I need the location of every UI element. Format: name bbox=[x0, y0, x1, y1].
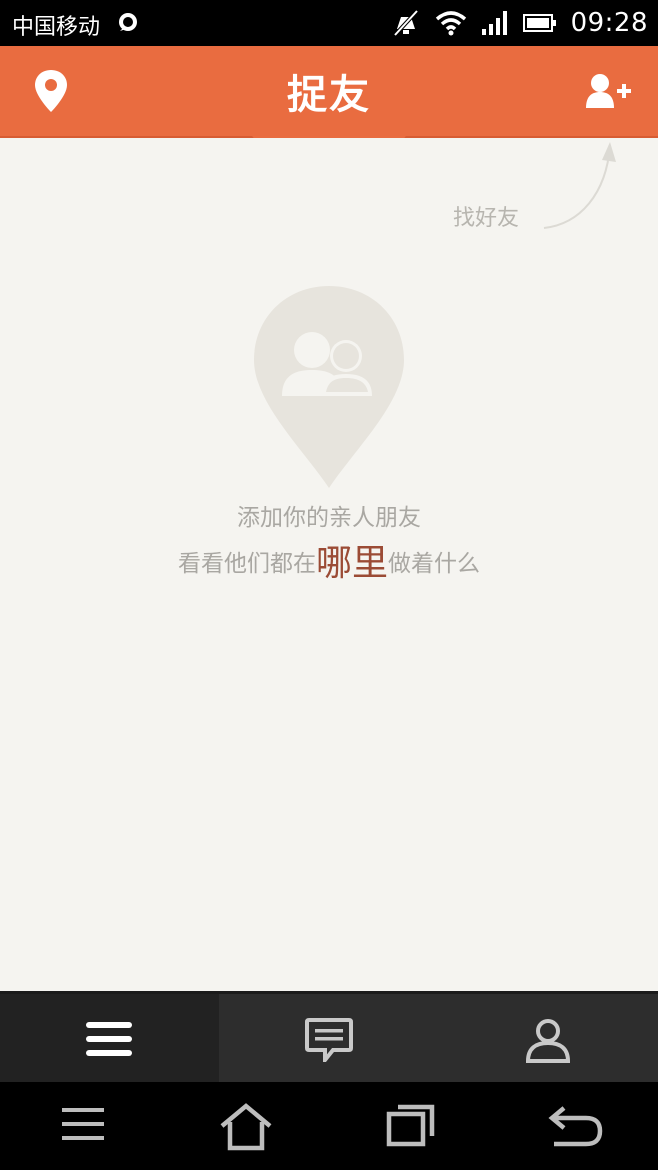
hint-arrow-icon bbox=[543, 142, 616, 229]
profile-icon bbox=[525, 1019, 571, 1063]
empty-state-line2: 看看他们都在哪里做着什么 bbox=[0, 534, 658, 586]
status-bar: 中国移动 09:28 bbox=[0, 0, 658, 46]
empty-state-line1: 添加你的亲人朋友 bbox=[237, 505, 421, 531]
system-nav-bar bbox=[0, 1082, 658, 1170]
battery-icon bbox=[522, 14, 556, 32]
back-icon[interactable] bbox=[548, 1102, 604, 1148]
menu-icon[interactable] bbox=[62, 1102, 104, 1146]
find-friends-hint[interactable]: 找好友 bbox=[453, 200, 519, 232]
friends-pin-icon bbox=[254, 286, 404, 488]
tab-profile[interactable] bbox=[439, 994, 658, 1085]
carrier-label: 中国移动 bbox=[12, 15, 101, 40]
tab-chat[interactable] bbox=[219, 994, 439, 1085]
tab-menu[interactable] bbox=[0, 994, 219, 1085]
clock: 09:28 bbox=[570, 8, 648, 38]
empty-state-line2-after: 做着什么 bbox=[388, 551, 480, 577]
status-icons: 09:28 bbox=[391, 8, 648, 38]
mute-icon bbox=[393, 9, 419, 37]
signal-icon bbox=[481, 11, 507, 35]
wifi-icon bbox=[435, 11, 466, 36]
page-title: 捉友 bbox=[287, 72, 371, 118]
tab-bar bbox=[0, 991, 658, 1085]
add-friend-icon[interactable] bbox=[584, 72, 634, 112]
home-icon[interactable] bbox=[218, 1102, 274, 1152]
empty-state-highlight: 哪里 bbox=[315, 543, 388, 584]
recent-apps-icon[interactable] bbox=[386, 1102, 436, 1148]
menu-icon bbox=[86, 1022, 132, 1056]
message-bubble-icon bbox=[119, 13, 137, 31]
empty-state-line2-before: 看看他们都在 bbox=[177, 551, 316, 577]
app-header: 捉友 bbox=[0, 46, 658, 138]
main-content: 找好友 添加你的亲人朋友 看看他们都在哪里做着什么 bbox=[0, 138, 658, 991]
chat-icon bbox=[305, 1018, 353, 1062]
